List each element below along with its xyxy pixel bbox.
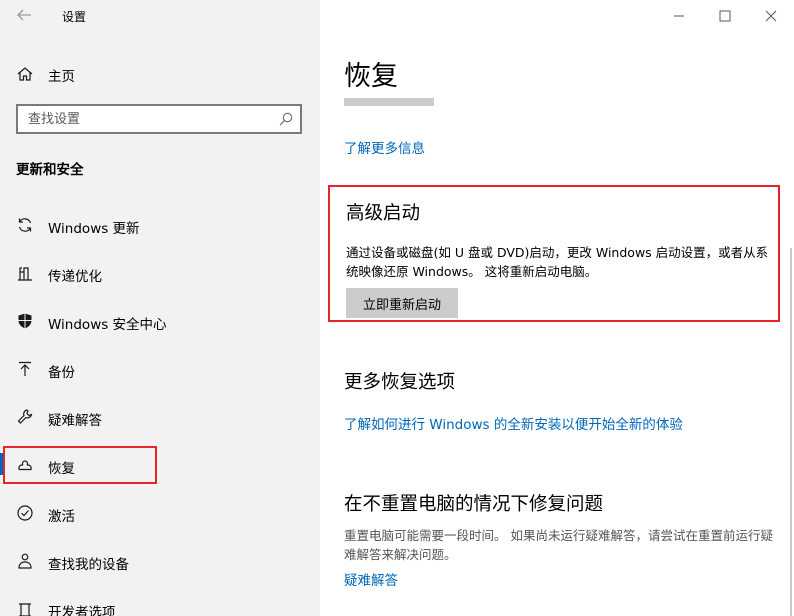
- shield-icon: [18, 313, 32, 329]
- fresh-start-link[interactable]: 了解如何进行 Windows 的全新安装以便开始全新的体验: [344, 413, 683, 433]
- minimize-icon: [674, 15, 684, 17]
- home-icon: [17, 67, 33, 81]
- delivery-optimization-icon: [18, 267, 32, 281]
- page-title: 恢复: [344, 61, 398, 92]
- sidebar-item-windows-update[interactable]: Windows 更新: [0, 208, 320, 256]
- search-input[interactable]: [18, 106, 278, 132]
- sync-icon: [18, 218, 32, 232]
- sidebar-item-developer-options[interactable]: 开发者选项: [0, 592, 320, 616]
- search-icon[interactable]: [278, 111, 294, 127]
- restart-now-button[interactable]: 立即重新启动: [346, 288, 458, 318]
- settings-window: 设置 主页 更新和安全 Windows 更新: [0, 0, 794, 616]
- learn-more-link[interactable]: 了解更多信息: [344, 137, 425, 157]
- fix-problems-description: 重置电脑可能需要一段时间。 如果尚未运行疑难解答，请尝试在重置前运行疑难解答来解…: [344, 528, 773, 562]
- sidebar-item-activation[interactable]: 激活: [0, 496, 320, 544]
- wrench-icon: [17, 409, 33, 424]
- sidebar-item-label: Windows 更新: [48, 221, 140, 237]
- sidebar-item-label: 备份: [48, 365, 75, 381]
- sidebar-item-backup[interactable]: 备份: [0, 352, 320, 400]
- sidebar: 设置 主页 更新和安全 Windows 更新: [0, 0, 320, 616]
- sidebar-item-label: 主页: [48, 69, 75, 85]
- window-controls: [656, 0, 794, 32]
- sidebar-item-label: 激活: [48, 509, 75, 525]
- advanced-startup-title: 高级启动: [346, 203, 421, 224]
- sidebar-item-troubleshoot[interactable]: 疑难解答: [0, 400, 320, 448]
- person-location-icon: [18, 553, 32, 569]
- maximize-icon: [719, 10, 731, 22]
- search-box: [16, 104, 302, 134]
- close-icon: [765, 10, 777, 22]
- scrollbar[interactable]: [790, 248, 792, 616]
- sidebar-item-label: 传递优化: [48, 269, 102, 285]
- advanced-startup-description: 通过设备或磁盘(如 U 盘或 DVD)启动，更改 Windows 启动设置，或者…: [346, 245, 769, 279]
- reset-button-partial[interactable]: [344, 98, 434, 106]
- sidebar-item-delivery-optimization[interactable]: 传递优化: [0, 256, 320, 304]
- section-heading: 更新和安全: [16, 162, 84, 178]
- annotation-highlight-box: [3, 446, 157, 484]
- sidebar-item-label: 开发者选项: [48, 605, 116, 616]
- troubleshoot-link[interactable]: 疑难解答: [344, 569, 398, 589]
- sidebar-item-find-my-device[interactable]: 查找我的设备: [0, 544, 320, 592]
- sidebar-item-label: 疑难解答: [48, 413, 102, 429]
- checkmark-circle-icon: [17, 505, 33, 521]
- main-content: 恢复 了解更多信息 高级启动 通过设备或磁盘(如 U 盘或 DVD)启动，更改 …: [320, 0, 794, 616]
- sidebar-item-windows-security[interactable]: Windows 安全中心: [0, 304, 320, 352]
- more-recovery-options-title: 更多恢复选项: [344, 372, 456, 393]
- fix-problems-title: 在不重置电脑的情况下修复问题: [344, 494, 604, 515]
- minimize-button[interactable]: [656, 0, 702, 32]
- close-button[interactable]: [748, 0, 794, 32]
- developer-tools-icon: [19, 603, 31, 616]
- backup-arrow-icon: [19, 361, 31, 376]
- back-arrow-icon[interactable]: [14, 5, 34, 25]
- sidebar-nav-list: Windows 更新 传递优化 Windows 安全中心 备份 疑难解答 恢复 …: [0, 208, 320, 616]
- app-title: 设置: [62, 10, 87, 24]
- advanced-startup-section: 高级启动 通过设备或磁盘(如 U 盘或 DVD)启动，更改 Windows 启动…: [328, 185, 780, 322]
- sidebar-item-label: 查找我的设备: [48, 557, 129, 573]
- sidebar-item-home[interactable]: 主页: [0, 58, 320, 90]
- sidebar-item-label: Windows 安全中心: [48, 317, 167, 333]
- maximize-button[interactable]: [702, 0, 748, 32]
